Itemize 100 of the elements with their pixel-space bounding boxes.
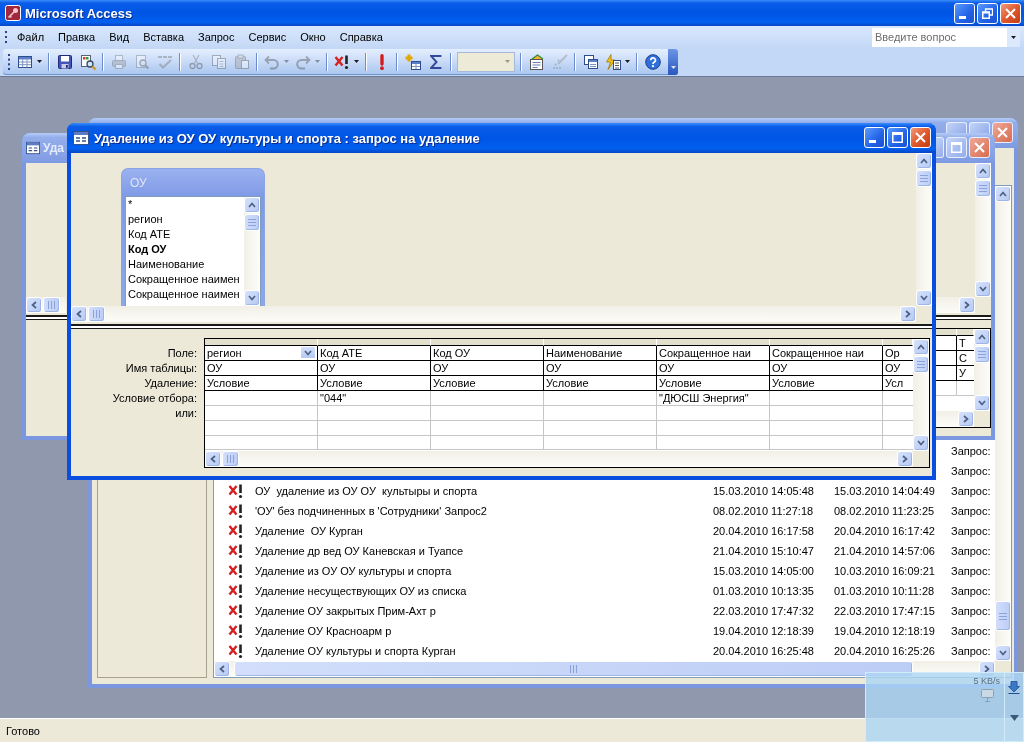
- scroll-up-button[interactable]: [913, 339, 929, 355]
- horizontal-scrollbar[interactable]: [205, 451, 913, 467]
- scroll-right-button[interactable]: [958, 411, 974, 427]
- query-grid-cell[interactable]: Сокращенное наи: [770, 346, 883, 361]
- column-selector[interactable]: [431, 339, 544, 346]
- column-selector[interactable]: [544, 339, 657, 346]
- query-grid-cell[interactable]: ОУ: [657, 361, 770, 376]
- field-item[interactable]: регион: [128, 212, 244, 227]
- horizontal-scrollbar[interactable]: [71, 306, 916, 322]
- query-grid-cell[interactable]: Наименование: [544, 346, 657, 361]
- scroll-up-button[interactable]: [995, 186, 1011, 202]
- query-grid-cell[interactable]: "ДЮСШ Энергия": [657, 391, 770, 406]
- scroll-left-button[interactable]: [214, 661, 230, 677]
- menu-item[interactable]: Вставка: [136, 29, 191, 45]
- menu-item[interactable]: Запрос: [191, 29, 242, 45]
- scroll-up-button[interactable]: [244, 197, 260, 213]
- query-name[interactable]: Удаление несуществующих ОУ из списка: [255, 585, 467, 597]
- query-name[interactable]: 'ОУ' без подчиненных в 'Сотрудники' Запрос2: [255, 505, 487, 517]
- column-selector[interactable]: [936, 329, 957, 336]
- vertical-scrollbar[interactable]: [974, 329, 990, 411]
- scroll-down-button[interactable]: [244, 290, 260, 306]
- grip-icon: [978, 351, 986, 358]
- column-selector[interactable]: [957, 329, 974, 336]
- query-grid-cell[interactable]: Условие: [318, 376, 431, 391]
- field-item[interactable]: Код ОУ: [128, 242, 244, 257]
- scroll-thumb[interactable]: [995, 601, 1011, 631]
- query-grid-cell[interactable]: Условие: [657, 376, 770, 391]
- scroll-thumb[interactable]: [975, 180, 991, 197]
- query-grid-cell[interactable]: Код ОУ: [431, 346, 544, 361]
- scroll-right-button[interactable]: [897, 451, 913, 467]
- scroll-up-button[interactable]: [975, 163, 991, 179]
- scroll-down-button[interactable]: [916, 290, 932, 306]
- query-grid-cell[interactable]: ОУ: [431, 361, 544, 376]
- scroll-down-button[interactable]: [975, 281, 991, 297]
- field-item[interactable]: *: [128, 197, 244, 212]
- undo-arrow-icon: [264, 53, 280, 70]
- query-name[interactable]: Удаление др вед ОУ Каневская и Туапсе: [255, 545, 464, 557]
- query-grid-cell[interactable]: Условие: [431, 376, 544, 391]
- vertical-scrollbar[interactable]: [916, 153, 932, 306]
- menu-item[interactable]: Справка: [332, 29, 390, 45]
- scroll-right-button[interactable]: [900, 306, 916, 322]
- scroll-thumb[interactable]: [244, 214, 260, 231]
- scroll-down-button[interactable]: [995, 645, 1011, 661]
- query-grid-cell[interactable]: ОУ: [544, 361, 657, 376]
- vertical-scrollbar[interactable]: [913, 339, 929, 451]
- query-grid-cell[interactable]: Условие: [770, 376, 883, 391]
- query-grid-cell[interactable]: Условие: [205, 376, 318, 391]
- scroll-thumb[interactable]: [974, 346, 990, 363]
- scrollbar-corner: [913, 451, 929, 467]
- column-selector[interactable]: [883, 339, 913, 346]
- table-box[interactable]: ОУ * регион Код АТЕ Код ОУ Наименование Сокращенное наимен Сокращенное наимен: [121, 168, 265, 306]
- date-text: 08.02.2010 11:27:18: [713, 505, 814, 517]
- query-grid-cell[interactable]: регион: [205, 346, 318, 361]
- scroll-up-button[interactable]: [974, 329, 990, 345]
- menu-item[interactable]: Правка: [51, 29, 103, 45]
- column-selector[interactable]: [205, 339, 318, 346]
- field-item[interactable]: Сокращенное наимен: [128, 272, 244, 287]
- dropdown-button[interactable]: [1007, 27, 1020, 47]
- field-item[interactable]: Наименование: [128, 257, 244, 272]
- scroll-thumb[interactable]: [88, 306, 105, 322]
- column-selector[interactable]: [657, 339, 770, 346]
- query-grid-cell[interactable]: ОУ: [770, 361, 883, 376]
- menu-item[interactable]: Окно: [293, 29, 333, 45]
- query-name[interactable]: Удаление из ОУ ОУ культуры и спорта: [255, 565, 452, 577]
- restore-button[interactable]: [977, 2, 998, 24]
- menu-item[interactable]: Файл: [10, 29, 52, 45]
- scroll-thumb[interactable]: [43, 297, 60, 313]
- scroll-down-button[interactable]: [974, 395, 990, 411]
- query-grid-cell[interactable]: ОУ: [318, 361, 431, 376]
- query-grid-cell[interactable]: Код АТЕ: [318, 346, 431, 361]
- vertical-scrollbar[interactable]: [995, 186, 1011, 661]
- query-name[interactable]: Удаление ОУ Красноарм р: [255, 625, 392, 637]
- query-grid-cell[interactable]: ОУ: [205, 361, 318, 376]
- toolbar-options-button[interactable]: [668, 48, 678, 75]
- menu-item[interactable]: Сервис: [241, 29, 294, 45]
- scroll-thumb[interactable]: [222, 451, 239, 467]
- field-item[interactable]: Код АТЕ: [128, 227, 244, 242]
- scroll-left-button[interactable]: [205, 451, 221, 467]
- help-search-field[interactable]: Введите вопрос: [872, 27, 1007, 47]
- menu-item[interactable]: Вид: [102, 29, 137, 45]
- scroll-left-button[interactable]: [26, 297, 42, 313]
- query-name[interactable]: Удаление ОУ культуры и спорта Курган: [255, 645, 456, 657]
- query-name[interactable]: Удаление ОУ Курган: [255, 525, 363, 537]
- scroll-left-button[interactable]: [71, 306, 87, 322]
- scroll-thumb[interactable]: [913, 356, 929, 373]
- scroll-up-button[interactable]: [916, 153, 932, 169]
- horizontal-scrollbar[interactable]: [936, 411, 974, 427]
- field-item[interactable]: Сокращенное наимен: [128, 287, 244, 302]
- dropdown-button[interactable]: [300, 346, 316, 359]
- vertical-scrollbar[interactable]: [244, 197, 260, 306]
- column-selector[interactable]: [770, 339, 883, 346]
- scroll-down-button[interactable]: [913, 435, 929, 451]
- query-grid-cell[interactable]: Условие: [544, 376, 657, 391]
- column-selector[interactable]: [318, 339, 431, 346]
- query-grid-cell[interactable]: Сокращенное наи: [657, 346, 770, 361]
- scroll-right-button[interactable]: [959, 297, 975, 313]
- query-name[interactable]: Удаление ОУ закрытых Прим-Ахт р: [255, 605, 436, 617]
- scroll-thumb[interactable]: [916, 170, 932, 187]
- query-grid-cell[interactable]: "044": [318, 391, 431, 406]
- query-name[interactable]: ОУ удаление из ОУ ОУ культыры и спорта: [255, 485, 478, 497]
